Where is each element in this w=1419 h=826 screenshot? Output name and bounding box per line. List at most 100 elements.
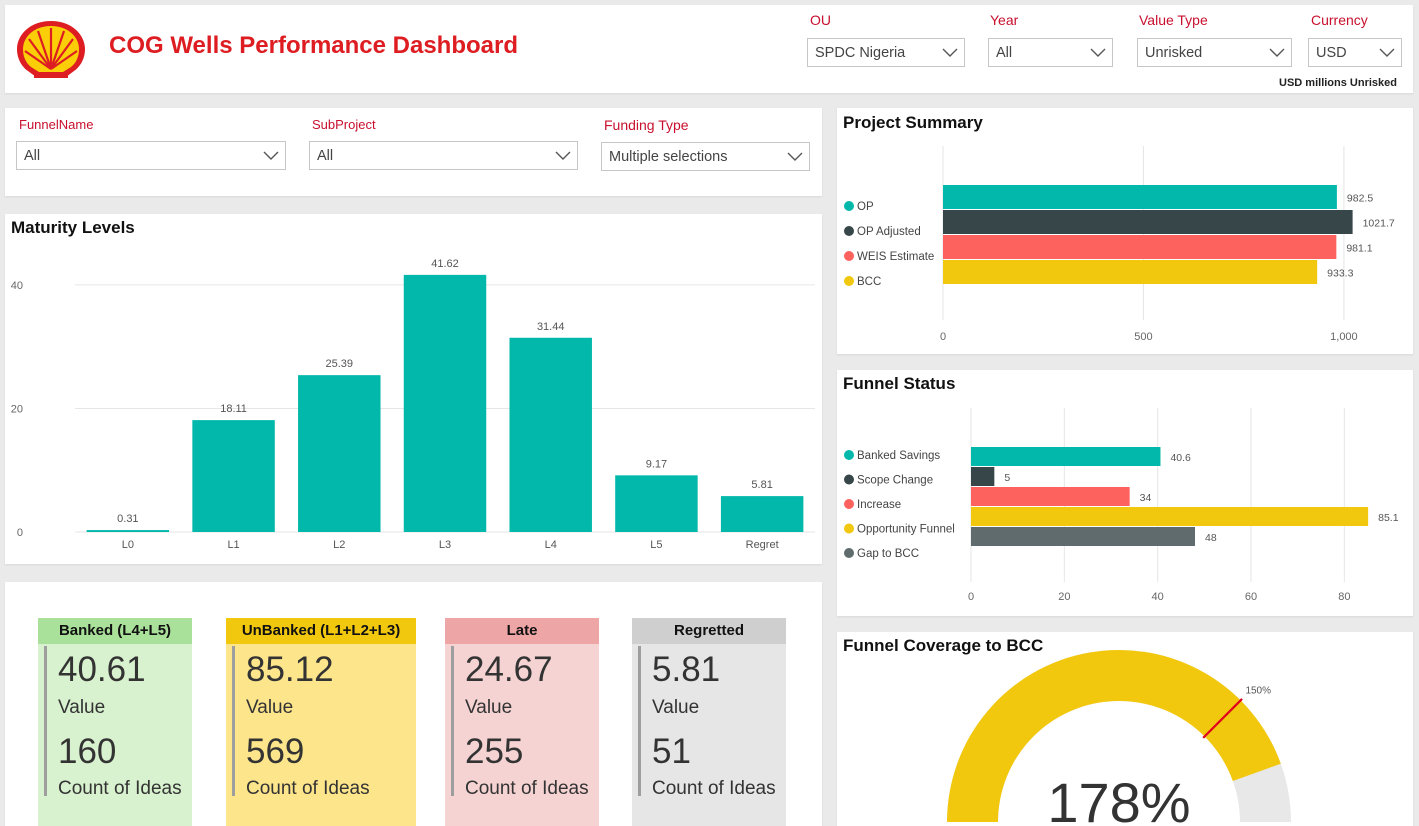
unbanked-value-label: Value <box>246 697 294 718</box>
x-tick-label: 0 <box>968 591 974 603</box>
header-panel: COG Wells Performance Dashboard OU SPDC … <box>5 5 1413 93</box>
legend-marker <box>844 276 854 286</box>
banked-card-title: Banked (L4+L5) <box>38 618 192 644</box>
shell-logo <box>17 21 85 78</box>
legend-label: Opportunity Funnel <box>857 524 955 536</box>
bar <box>971 467 995 486</box>
bar <box>720 496 804 532</box>
x-tick-label: L3 <box>439 539 451 551</box>
data-label: 34 <box>1140 492 1152 504</box>
bar <box>943 235 1337 259</box>
banked-count-label: Count of Ideas <box>58 778 182 799</box>
currency-slicer-label: Currency <box>1311 12 1368 28</box>
regretted-count-label: Count of Ideas <box>652 778 776 799</box>
data-label: 18.11 <box>220 403 247 415</box>
legend-label: Increase <box>857 499 901 511</box>
ou-dropdown[interactable]: SPDC Nigeria <box>807 38 965 67</box>
data-label: 982.5 <box>1347 193 1373 205</box>
bar <box>943 185 1337 209</box>
data-label: 40.6 <box>1170 452 1191 464</box>
chevron-down-icon <box>942 48 958 57</box>
chevron-down-icon <box>555 151 571 160</box>
data-label: 25.39 <box>326 358 354 370</box>
year-slicer-label: Year <box>990 12 1019 28</box>
funding-type-dropdown[interactable]: Multiple selections <box>601 142 810 171</box>
late-count-label: Count of Ideas <box>465 778 589 799</box>
bar <box>509 337 592 532</box>
y-tick-label: 20 <box>11 403 23 415</box>
late-card-title: Late <box>445 618 599 644</box>
filters-panel: FunnelName All SubProject All Funding Ty… <box>5 108 822 196</box>
late-card: Late 24.67 Value 255 Count of Ideas <box>445 618 599 826</box>
bar <box>615 475 698 532</box>
data-label: 9.17 <box>646 458 667 470</box>
legend-label: Scope Change <box>857 475 933 487</box>
x-tick-label: 80 <box>1338 591 1350 603</box>
chevron-down-icon <box>1269 48 1285 57</box>
banked-value-label: Value <box>58 697 106 718</box>
legend-marker <box>844 548 854 558</box>
x-tick-label: L0 <box>122 539 134 551</box>
value-type-slicer-label: Value Type <box>1139 12 1208 28</box>
chevron-down-icon <box>1090 48 1106 57</box>
card-accent-bar <box>232 646 235 796</box>
units-note: USD millions Unrisked <box>1279 77 1397 89</box>
subproject-label: SubProject <box>312 117 376 132</box>
funnel-name-dropdown[interactable]: All <box>16 141 286 170</box>
data-label: 933.3 <box>1327 268 1353 280</box>
year-dropdown[interactable]: All <box>988 38 1113 67</box>
legend-label: OP Adjusted <box>857 226 921 238</box>
project-summary-panel: Project Summary 0 500 1,000 982.5 1021.7 981.… <box>837 108 1413 354</box>
unbanked-value: 85.12 <box>246 650 334 689</box>
legend-marker <box>844 226 854 236</box>
funding-type-label: Funding Type <box>604 117 689 133</box>
data-label: 0.31 <box>117 513 138 525</box>
legend-marker <box>844 474 854 485</box>
funnel-coverage-panel: Funnel Coverage to BCC 150% 178% <box>837 632 1413 826</box>
gauge-target-label: 150% <box>1245 686 1271 697</box>
subproject-dropdown[interactable]: All <box>309 141 578 170</box>
x-tick-label: 20 <box>1058 591 1070 603</box>
bar <box>971 507 1369 526</box>
dashboard-title: COG Wells Performance Dashboard <box>109 32 519 59</box>
legend-label: OP <box>857 201 874 213</box>
chevron-down-icon <box>1379 48 1395 57</box>
banked-value: 40.61 <box>58 650 146 689</box>
value-type-dropdown[interactable]: Unrisked <box>1137 38 1292 67</box>
x-tick-label: L4 <box>545 539 557 551</box>
chevron-down-icon <box>787 152 803 161</box>
project-summary-chart: 0 500 1,000 982.5 1021.7 981.1 933.3 OP OP Adjus… <box>844 146 1395 343</box>
regretted-value: 5.81 <box>652 650 721 689</box>
x-tick-label: L5 <box>650 539 662 551</box>
funding-type-dropdown-value: Multiple selections <box>609 149 728 165</box>
x-tick-label: 500 <box>1134 331 1152 343</box>
card-accent-bar <box>451 646 454 796</box>
data-label: 31.44 <box>537 321 565 333</box>
data-label: 5.81 <box>751 479 772 491</box>
x-tick-label: L1 <box>227 539 239 551</box>
regretted-value-label: Value <box>652 697 700 718</box>
x-tick-label: 0 <box>940 331 946 343</box>
regretted-card-title: Regretted <box>632 618 786 644</box>
legend-label: WEIS Estimate <box>857 251 934 263</box>
legend-marker <box>844 450 854 460</box>
late-count: 255 <box>465 732 524 771</box>
legend-marker <box>844 251 854 261</box>
x-tick-label: L2 <box>333 539 345 551</box>
bar <box>971 447 1161 466</box>
maturity-levels-chart: 0 20 40 0.31 L0 18.11 L1 25.39 L2 41.62 L3 31.44 L4 9… <box>11 258 815 551</box>
legend-label: BCC <box>857 276 881 288</box>
data-label: 48 <box>1205 532 1217 544</box>
bar <box>943 210 1353 234</box>
gauge-value-label: 178% <box>1047 771 1190 826</box>
legend-label: Banked Savings <box>857 450 940 462</box>
unbanked-card: UnBanked (L1+L2+L3) 85.12 Value 569 Coun… <box>226 618 416 826</box>
x-tick-label: 1,000 <box>1330 331 1358 343</box>
legend-marker <box>844 523 854 534</box>
y-tick-label: 0 <box>17 527 23 539</box>
funnel-name-label: FunnelName <box>19 117 94 132</box>
maturity-levels-panel: Maturity Levels 0 20 40 0.31 L0 18.11 L1 25.39 L… <box>5 214 822 564</box>
x-tick-label: Regret <box>746 539 779 551</box>
currency-dropdown[interactable]: USD <box>1308 38 1402 67</box>
bar <box>403 274 487 532</box>
